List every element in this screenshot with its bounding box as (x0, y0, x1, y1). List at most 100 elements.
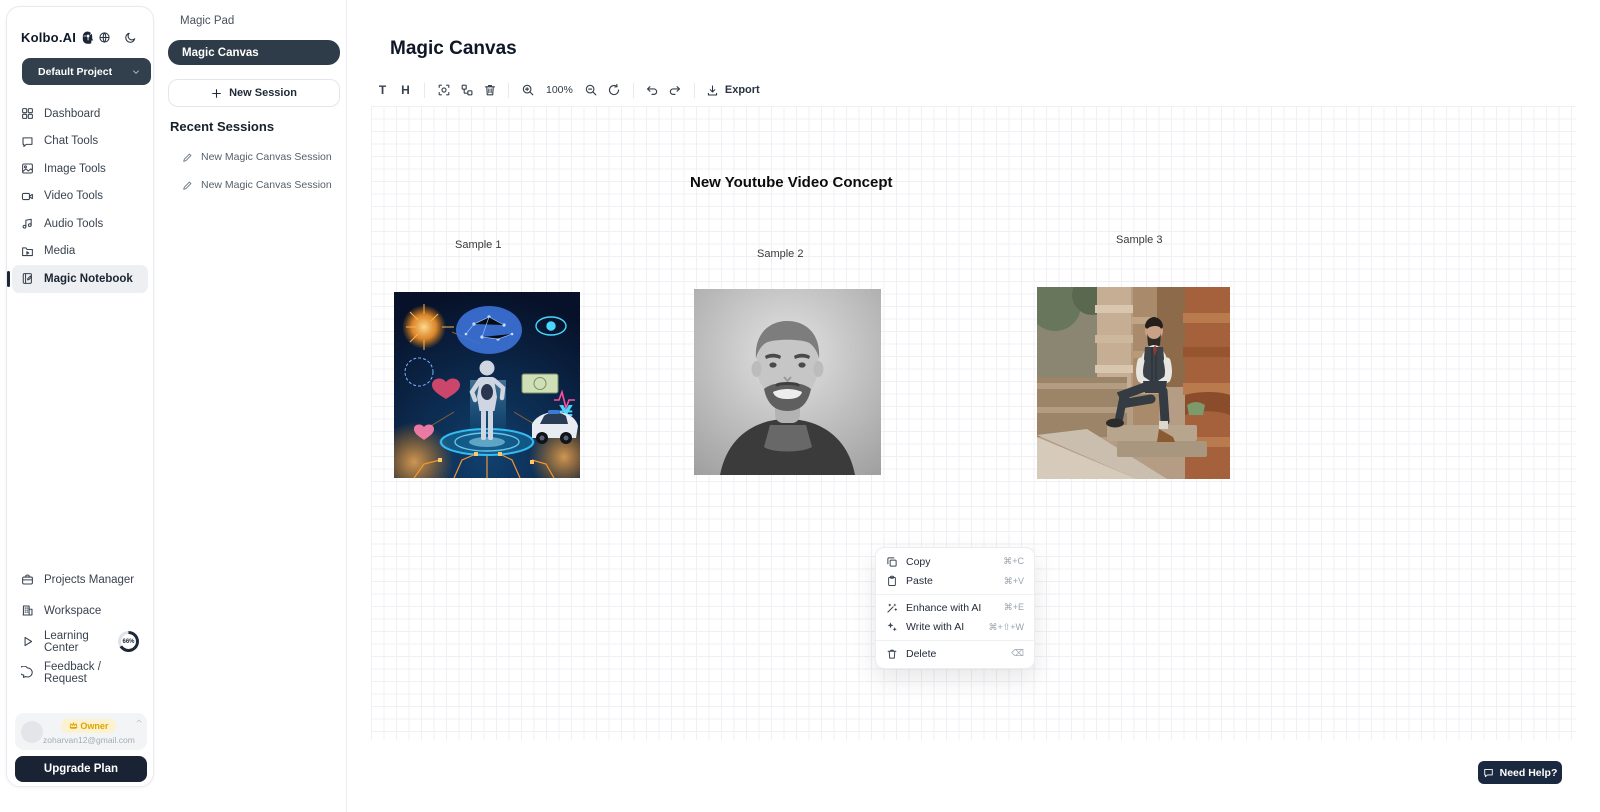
sidebar-item-projects-manager[interactable]: Projects Manager (12, 564, 148, 595)
sidebar-item-label: Image Tools (44, 163, 106, 175)
undo-icon[interactable] (641, 79, 664, 102)
shortcut-hint: ⌘+V (1004, 576, 1024, 587)
dashboard-grid-icon (21, 107, 34, 120)
sidebar-item-label: Feedback / Request (44, 661, 139, 685)
role-badge: Owner (61, 719, 116, 733)
new-session-label: New Session (229, 87, 297, 99)
project-selector-label: Default Project (38, 66, 112, 78)
canvas-heading-text[interactable]: New Youtube Video Concept (690, 174, 893, 191)
chat-bubble-icon (21, 135, 34, 148)
user-info: Owner zoharvan12@gmail.com (43, 719, 135, 745)
shortcut-hint: ⌘+⇧+W (988, 622, 1024, 633)
language-globe-icon[interactable] (98, 31, 111, 44)
session-list-item[interactable]: New Magic Canvas Session (182, 151, 332, 163)
project-selector[interactable]: Default Project (22, 58, 151, 85)
role-badge-label: Owner (80, 721, 108, 731)
shortcut-hint: ⌘+C (1003, 556, 1024, 567)
shortcut-hint: ⌫ (1011, 648, 1024, 659)
feedback-bubble-icon (21, 666, 34, 679)
briefcase-icon (21, 573, 34, 586)
tab-magic-canvas[interactable]: Magic Canvas (168, 40, 340, 65)
learning-progress-value: 66% (121, 634, 136, 649)
sidebar-item-workspace[interactable]: Workspace (12, 595, 148, 626)
sidebar-item-audio-tools[interactable]: Audio Tools (12, 210, 148, 238)
new-session-button[interactable]: New Session (168, 79, 340, 107)
crown-icon (69, 721, 78, 730)
brand-name: Kolbo.AI (21, 30, 76, 45)
copy-icon (886, 556, 898, 568)
user-account-card[interactable]: Owner zoharvan12@gmail.com (15, 713, 147, 750)
sample-1-label[interactable]: Sample 1 (455, 239, 501, 251)
sidebar-bottom-nav: Projects Manager Workspace Learning Cent… (12, 564, 148, 688)
help-chat-icon (1483, 767, 1494, 778)
shortcut-hint: ⌘+E (1004, 602, 1024, 613)
zoom-level: 100% (546, 84, 573, 96)
magic-wand-icon (886, 602, 898, 614)
text-tool-button[interactable]: T (371, 79, 394, 102)
export-button[interactable]: Export (702, 84, 764, 97)
folder-icon (21, 245, 34, 258)
export-label: Export (725, 84, 760, 96)
context-menu: Copy ⌘+C Paste ⌘+V Enhance with AI ⌘+E W… (875, 547, 1035, 669)
sidebar-item-label: Dashboard (44, 108, 100, 120)
zoom-in-icon[interactable] (516, 79, 539, 102)
trash-icon (886, 648, 898, 660)
building-icon (21, 604, 34, 617)
sidebar-item-magic-notebook[interactable]: Magic Notebook (12, 265, 148, 293)
context-menu-item-copy[interactable]: Copy ⌘+C (876, 552, 1034, 572)
sample-2-image[interactable] (694, 289, 881, 475)
capture-tool-icon[interactable] (432, 79, 455, 102)
sidebar: Kolbo.AI Default Project Dashboard (6, 6, 154, 787)
sidebar-item-learning-center[interactable]: Learning Center 66% (12, 626, 148, 657)
reset-view-icon[interactable] (603, 79, 626, 102)
image-icon (21, 162, 34, 175)
sample-1-image[interactable]: ¥ (394, 292, 580, 478)
sample-3-image[interactable] (1037, 287, 1230, 479)
pencil-icon (182, 152, 193, 163)
tab-magic-pad[interactable]: Magic Pad (180, 15, 234, 27)
sidebar-nav: Dashboard Chat Tools Image Tools Video T… (12, 100, 148, 293)
toolbar-divider (633, 83, 634, 98)
magic-canvas-surface[interactable]: New Youtube Video Concept Sample 1 Sampl… (371, 106, 1576, 740)
sidebar-item-label: Chat Tools (44, 135, 98, 147)
session-item-label: New Magic Canvas Session (201, 179, 332, 191)
redo-icon[interactable] (664, 79, 687, 102)
context-menu-item-delete[interactable]: Delete ⌫ (876, 644, 1034, 664)
sidebar-item-label: Learning Center (44, 630, 104, 654)
chevron-down-icon (131, 67, 141, 77)
sparkles-icon (886, 621, 898, 633)
workflow-tool-icon[interactable] (455, 79, 478, 102)
toolbar-divider (508, 83, 509, 98)
music-note-icon (21, 217, 34, 230)
context-menu-divider (876, 640, 1034, 641)
sidebar-item-label: Magic Notebook (44, 273, 133, 285)
sample-2-label[interactable]: Sample 2 (757, 248, 803, 260)
zoom-out-icon[interactable] (580, 79, 603, 102)
play-icon (21, 635, 34, 648)
toolbar-divider (424, 83, 425, 98)
context-menu-item-paste[interactable]: Paste ⌘+V (876, 572, 1034, 592)
upgrade-plan-button[interactable]: Upgrade Plan (15, 756, 147, 782)
page-title: Magic Canvas (390, 38, 517, 60)
canvas-toolbar: T H 100% Export (371, 77, 764, 103)
brand-logo: Kolbo.AI (21, 30, 95, 45)
dark-mode-moon-icon[interactable] (124, 31, 137, 44)
sidebar-item-feedback[interactable]: Feedback / Request (12, 657, 148, 688)
recent-sessions-title: Recent Sessions (170, 119, 274, 134)
sidebar-item-dashboard[interactable]: Dashboard (12, 100, 148, 128)
sidebar-item-video-tools[interactable]: Video Tools (12, 183, 148, 211)
need-help-button[interactable]: Need Help? (1478, 761, 1562, 784)
learning-progress-ring: 66% (118, 631, 139, 652)
sidebar-item-media[interactable]: Media (12, 238, 148, 266)
session-list-item[interactable]: New Magic Canvas Session (182, 179, 332, 191)
context-menu-item-write-ai[interactable]: Write with AI ⌘+⇧+W (876, 618, 1034, 638)
sidebar-item-image-tools[interactable]: Image Tools (12, 155, 148, 183)
heading-tool-button[interactable]: H (394, 79, 417, 102)
context-menu-item-enhance-ai[interactable]: Enhance with AI ⌘+E (876, 598, 1034, 618)
plus-icon (211, 88, 222, 99)
sidebar-item-label: Video Tools (44, 190, 103, 202)
delete-tool-icon[interactable] (478, 79, 501, 102)
sidebar-item-chat-tools[interactable]: Chat Tools (12, 128, 148, 156)
need-help-label: Need Help? (1500, 767, 1558, 779)
sample-3-label[interactable]: Sample 3 (1116, 234, 1162, 246)
